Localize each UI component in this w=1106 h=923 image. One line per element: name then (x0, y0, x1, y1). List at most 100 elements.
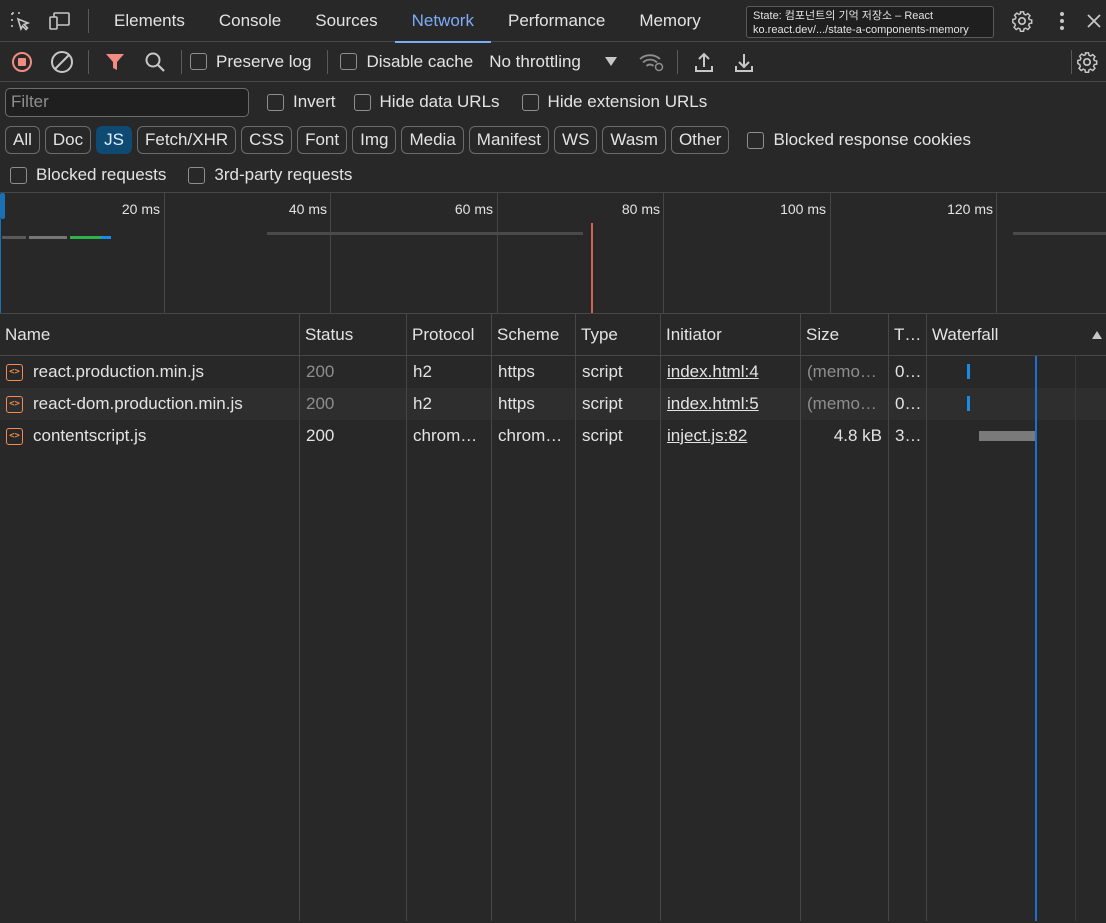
column-header-name[interactable]: Name (0, 314, 300, 356)
preserve-log-checkbox[interactable]: Preserve log (190, 52, 311, 72)
type-filter-ws[interactable]: WS (554, 126, 598, 154)
blocked-response-cookies-checkbox[interactable]: Blocked response cookies (747, 130, 971, 150)
network-settings-gear-icon[interactable] (1076, 42, 1106, 82)
overview-left-handle[interactable] (0, 193, 5, 219)
record-stop-icon[interactable] (2, 42, 42, 82)
initiator-link[interactable]: inject.js:82 (667, 426, 747, 446)
filter-row: Invert Hide data URLs Hide extension URL… (0, 82, 1106, 122)
tab-performance[interactable]: Performance (491, 0, 622, 42)
type-filter-fetch-xhr[interactable]: Fetch/XHR (136, 126, 237, 154)
column-header-type[interactable]: Type (576, 314, 661, 356)
resource-type-filters: All Doc JS Fetch/XHR CSS Font Img Media … (0, 122, 1106, 158)
cell-name: <> react-dom.production.min.js (0, 388, 300, 420)
divider (88, 49, 89, 74)
clear-icon[interactable] (42, 42, 82, 82)
overview-bar (70, 236, 101, 239)
overview-bar (267, 232, 583, 235)
waterfall-bar (979, 431, 1035, 441)
column-header-size[interactable]: Size (801, 314, 889, 356)
checkbox-box[interactable] (190, 53, 207, 70)
type-filter-css[interactable]: CSS (241, 126, 293, 154)
request-name: react.production.min.js (33, 362, 205, 381)
table-row[interactable]: <> contentscript.js 200 chrom… chrom… scr… (0, 420, 1106, 452)
type-filter-font[interactable]: Font (297, 126, 348, 154)
tab-console[interactable]: Console (202, 0, 298, 42)
column-header-time[interactable]: T… (889, 314, 927, 356)
type-filter-wasm[interactable]: Wasm (602, 126, 666, 154)
overview-gridline (164, 193, 165, 313)
sort-ascending-icon (1092, 331, 1102, 339)
column-header-scheme[interactable]: Scheme (492, 314, 576, 356)
script-file-icon: <> (6, 363, 23, 381)
export-har-download-icon[interactable] (724, 42, 764, 82)
type-filter-manifest[interactable]: Manifest (468, 126, 550, 154)
tab-network[interactable]: Network (394, 0, 492, 43)
type-filter-doc[interactable]: Doc (44, 126, 92, 154)
divider (1071, 49, 1072, 74)
tick-label: 40 ms (288, 201, 327, 217)
cell-initiator: index.html:5 (661, 388, 801, 420)
checkbox-box[interactable] (188, 166, 206, 184)
column-header-protocol[interactable]: Protocol (407, 314, 492, 356)
checkbox-box[interactable] (340, 53, 358, 70)
column-header-waterfall[interactable]: Waterfall (927, 314, 1106, 356)
filter-input[interactable] (5, 87, 249, 117)
cell-protocol: chrom… (407, 420, 492, 452)
cell-time: 0… (889, 356, 927, 388)
column-divider (491, 356, 492, 921)
type-filter-media[interactable]: Media (401, 126, 464, 154)
column-header-initiator[interactable]: Initiator (661, 314, 801, 356)
disable-cache-checkbox[interactable]: Disable cache (340, 52, 473, 72)
type-filter-all[interactable]: All (5, 126, 40, 154)
settings-gear-icon[interactable] (1002, 1, 1042, 41)
hide-extension-urls-checkbox[interactable]: Hide extension URLs (521, 92, 708, 112)
close-icon[interactable] (1082, 1, 1106, 41)
cell-scheme: https (492, 356, 576, 388)
overview-left-edge (0, 219, 1, 313)
invert-checkbox[interactable]: Invert (267, 92, 336, 112)
initiator-link[interactable]: index.html:5 (667, 394, 759, 414)
more-options-icon[interactable] (1042, 1, 1082, 41)
cell-initiator: inject.js:82 (661, 420, 801, 452)
search-icon[interactable] (135, 42, 175, 82)
checkbox-box[interactable] (353, 93, 371, 111)
cell-waterfall (927, 356, 1106, 388)
blocked-requests-checkbox[interactable]: Blocked requests (10, 165, 166, 185)
tab-sources[interactable]: Sources (298, 0, 394, 42)
third-party-requests-label: 3rd-party requests (214, 165, 353, 184)
checkbox-box[interactable] (267, 93, 284, 111)
column-divider (406, 356, 407, 921)
overview-bar (2, 236, 26, 239)
initiator-link[interactable]: index.html:4 (667, 362, 759, 382)
third-party-requests-checkbox[interactable]: 3rd-party requests (188, 165, 352, 185)
device-toolbar-icon[interactable] (40, 1, 80, 41)
column-divider (299, 356, 300, 921)
type-filter-img[interactable]: Img (352, 126, 397, 154)
column-header-status[interactable]: Status (300, 314, 407, 356)
filter-funnel-icon[interactable] (95, 42, 135, 82)
checkbox-box[interactable] (747, 131, 765, 149)
cell-size: (memo… (801, 388, 889, 420)
type-filter-js[interactable]: JS (96, 126, 132, 154)
column-divider (800, 356, 801, 921)
type-filter-other[interactable]: Other (670, 126, 730, 154)
network-overview-timeline[interactable]: 20 ms 40 ms 60 ms 80 ms 100 ms 120 ms (0, 193, 1106, 314)
checkbox-box[interactable] (521, 93, 539, 111)
request-name: react-dom.production.min.js (33, 394, 243, 413)
checkbox-box[interactable] (10, 166, 27, 184)
inspect-element-icon[interactable] (0, 1, 40, 41)
blocked-requests-row: Blocked requests 3rd-party requests (0, 158, 1106, 193)
tab-elements[interactable]: Elements (97, 0, 202, 42)
hide-data-urls-label: Hide data URLs (379, 92, 500, 111)
table-row[interactable]: <> react.production.min.js 200 h2 https s… (0, 356, 1106, 388)
network-conditions-icon[interactable] (631, 42, 671, 82)
hide-extension-urls-label: Hide extension URLs (547, 92, 708, 111)
cell-status: 200 (300, 388, 407, 420)
tooltip-url: ko.react.dev/.../state-a-components-memo… (753, 24, 969, 36)
hide-data-urls-checkbox[interactable]: Hide data URLs (353, 92, 500, 112)
tab-memory[interactable]: Memory (622, 0, 717, 42)
import-har-upload-icon[interactable] (684, 42, 724, 82)
table-header: Name Status Protocol Scheme Type Initiat… (0, 314, 1106, 356)
table-row[interactable]: <> react-dom.production.min.js 200 h2 htt… (0, 388, 1106, 420)
throttling-select[interactable]: No throttling (489, 52, 617, 72)
